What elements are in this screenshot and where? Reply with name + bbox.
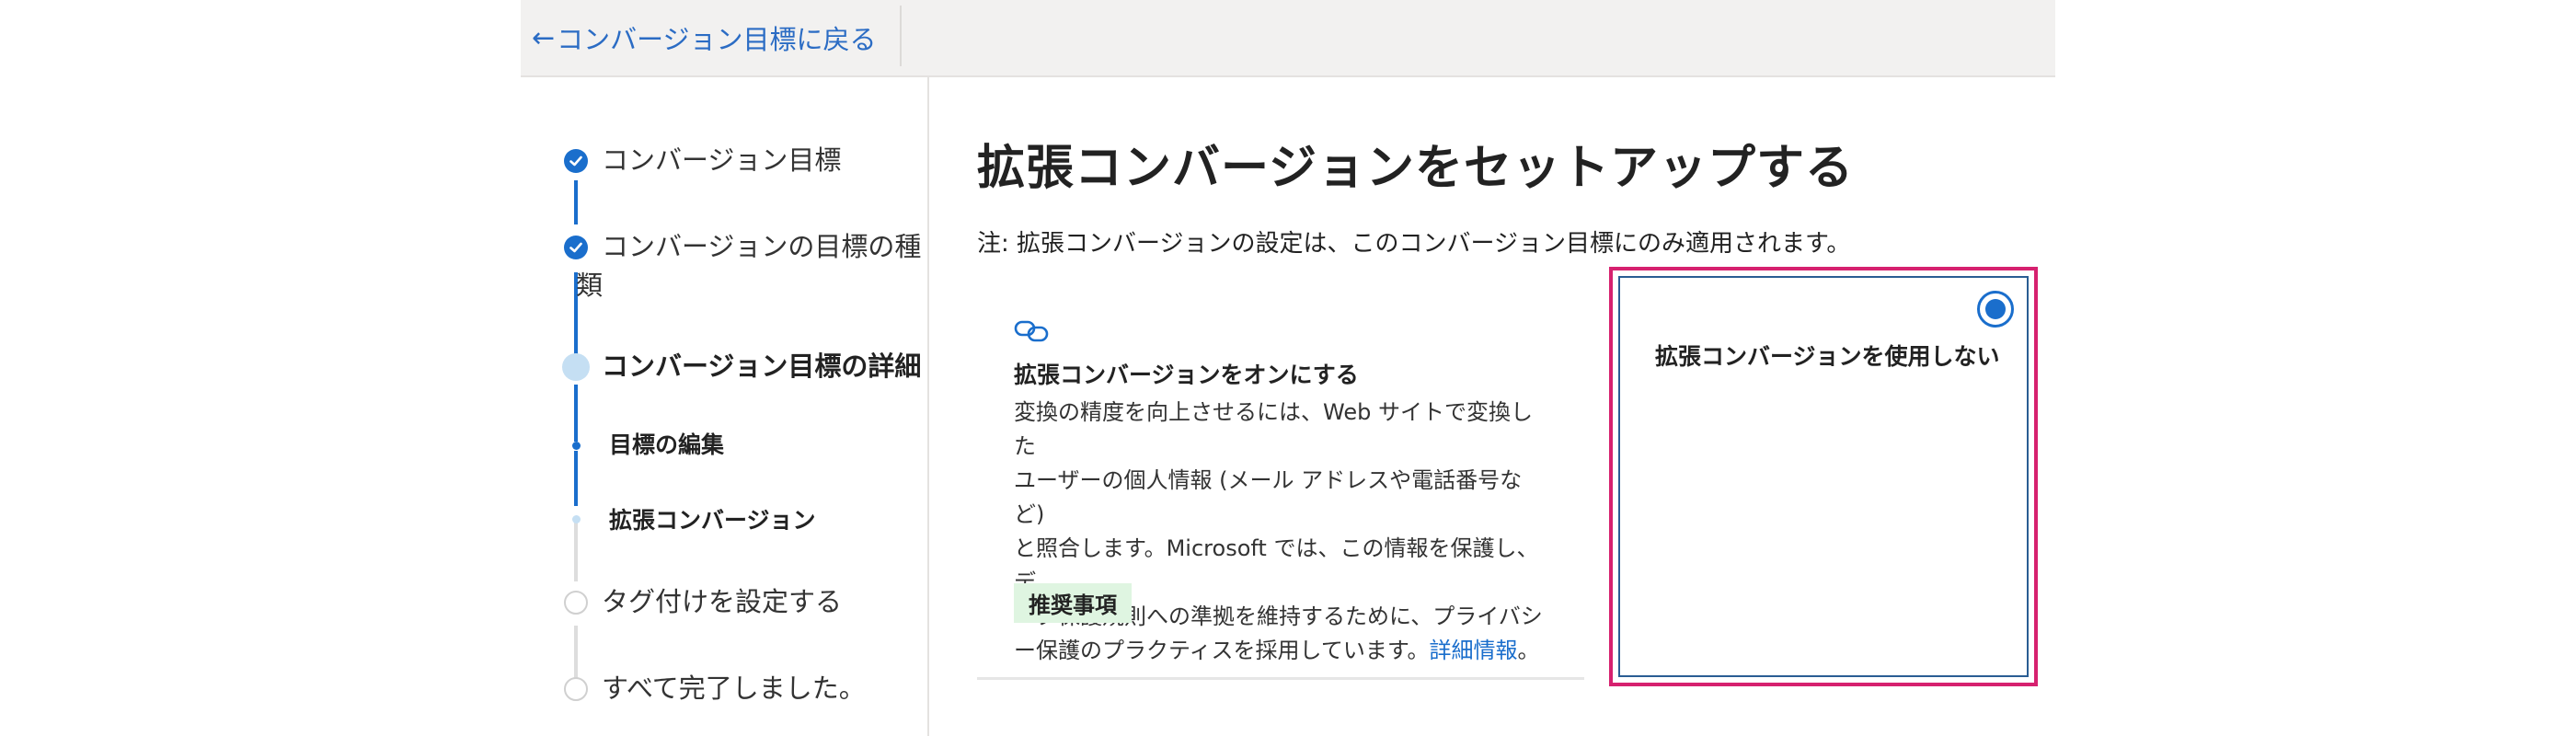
page-title: 拡張コンバージョンをセットアップする [977,141,1854,196]
learn-more-link[interactable]: 詳細情報 [1429,638,1517,663]
description-end: 。 [1517,638,1540,663]
back-to-conversion-goals-link[interactable]: ← コンバージョン目標に戻る [532,17,877,59]
radio-selected-dot [1985,299,2006,319]
topbar-divider [900,6,902,66]
step-conversion-goal-type[interactable]: コンバージョンの目標の種 [602,228,921,265]
step-conversion-goal[interactable]: コンバージョン目標 [602,142,841,178]
option-enable-enhanced-conversion[interactable]: 拡張コンバージョンをオンにする 変換の精度を向上させるには、Web サイトで変換… [977,276,1584,680]
description-line: ー保護のプラクティスを採用しています。詳細情報。 [1014,634,1547,668]
selected-radio-button[interactable] [1977,291,2014,328]
scope-note: 注: 拡張コンバージョンの設定は、このコンバージョン目標にのみ適用されます。 [977,230,1851,258]
link-icon [1014,320,1049,342]
option-enable-description: 変換の精度を向上させるには、Web サイトで変換した ユーザーの個人情報 (メー… [1014,396,1547,668]
step-connector [574,626,578,684]
step-connector [574,385,578,442]
step-pending-icon [564,591,588,615]
substep-current-icon [572,515,581,523]
step-complete-icon [564,149,588,173]
description-line: ユーザーの個人情報 (メール アドレスや電話番号など) [1014,467,1523,527]
option-disable-title: 拡張コンバージョンを使用しない [1655,343,2000,370]
step-set-up-tagging[interactable]: タグ付けを設定する [602,583,842,620]
step-all-done[interactable]: すべて完了しました。 [602,670,866,707]
setup-panel: ← コンバージョン目標に戻る コンバージョン目標 コンバージョンの目標の種 類 … [521,0,2055,736]
step-current-icon [562,353,590,381]
step-conversion-goal-details[interactable]: コンバージョン目標の詳細 [602,348,921,385]
step-connector [574,180,578,224]
recommended-badge: 推奨事項 [1014,583,1132,623]
description-line: 変換の精度を向上させるには、Web サイトで変換した [1014,399,1533,459]
option-disable-enhanced-conversion[interactable]: 拡張コンバージョンを使用しない [1618,276,2029,677]
substep-edit-goal[interactable]: 目標の編集 [609,427,724,464]
step-complete-icon [564,236,588,259]
description-text: ー保護のプラクティスを採用しています。 [1014,638,1430,663]
back-link-label: コンバージョン目標に戻る [557,24,877,55]
option-enable-title: 拡張コンバージョンをオンにする [1014,362,1359,388]
step-conversion-goal-type-wrap: 類 [576,270,604,301]
top-bar: ← コンバージョン目標に戻る [521,0,2055,77]
substep-done-icon [572,442,581,450]
step-connector [574,451,578,506]
step-connector [574,523,578,581]
step-pending-icon [564,677,588,701]
sidebar-divider [927,77,929,736]
back-arrow-icon: ← [532,21,556,54]
substep-enhanced-conversion[interactable]: 拡張コンバージョン [609,502,816,539]
